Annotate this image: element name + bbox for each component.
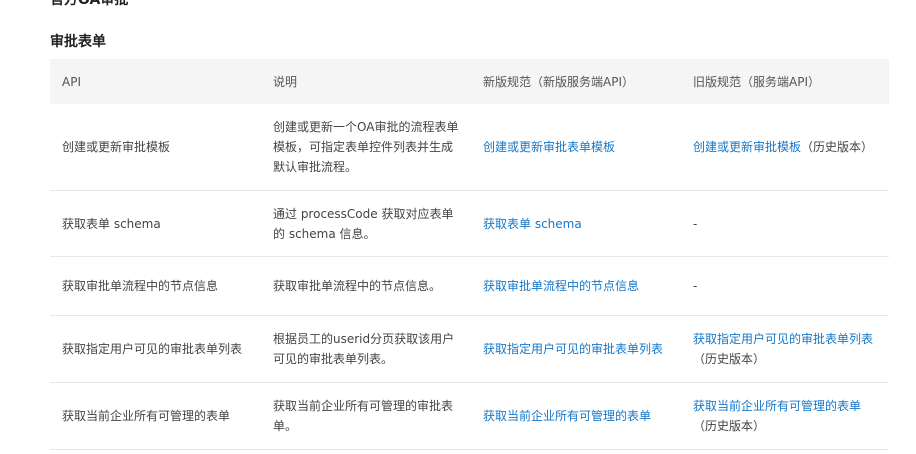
header-api: API xyxy=(50,59,261,104)
new-spec-cell: 创建或更新审批表单模板 xyxy=(471,104,681,191)
api-name-cell: 获取当前企业所有可管理的表单 xyxy=(50,382,261,450)
table-row: 获取指定用户可见的审批表单列表 根据员工的userid分页获取该用户可见的审批表… xyxy=(50,315,889,383)
table-row: 获取审批单流程中的节点信息 获取审批单流程中的节点信息。 获取审批单流程中的节点… xyxy=(50,256,889,316)
description-cell: 根据员工的userid分页获取该用户可见的审批表单列表。 xyxy=(261,315,471,383)
history-version-note: （历史版本） xyxy=(693,352,766,366)
new-spec-link[interactable]: 创建或更新审批表单模板 xyxy=(483,140,615,154)
doc-page: 官方OA审批 审批表单 API 说明 新版规范（新版服务端API） 旧版规范（服… xyxy=(0,0,916,454)
table-header-row: API 说明 新版规范（新版服务端API） 旧版规范（服务端API） xyxy=(50,59,889,104)
new-spec-link[interactable]: 获取审批单流程中的节点信息 xyxy=(483,279,639,293)
new-spec-link[interactable]: 获取当前企业所有可管理的表单 xyxy=(483,409,651,423)
new-spec-link[interactable]: 获取指定用户可见的审批表单列表 xyxy=(483,342,663,356)
old-spec-link[interactable]: 创建或更新审批模板 xyxy=(693,140,801,154)
old-spec-cell: - xyxy=(681,256,889,316)
description-cell: 获取当前企业所有可管理的审批表单。 xyxy=(261,382,471,450)
new-spec-cell: 获取表单 schema xyxy=(471,190,681,257)
previous-section-heading: 官方OA审批 xyxy=(50,0,129,8)
header-old-spec: 旧版规范（服务端API） xyxy=(681,59,889,104)
old-spec-link[interactable]: 获取指定用户可见的审批表单列表 xyxy=(693,332,873,346)
new-spec-cell: 获取当前企业所有可管理的表单 xyxy=(471,382,681,450)
new-spec-link[interactable]: 获取表单 schema xyxy=(483,217,582,231)
new-spec-cell: 获取指定用户可见的审批表单列表 xyxy=(471,315,681,383)
header-description: 说明 xyxy=(261,59,471,104)
api-name-cell: 获取指定用户可见的审批表单列表 xyxy=(50,315,261,383)
section-title: 审批表单 xyxy=(50,34,106,50)
new-spec-cell: 获取审批单流程中的节点信息 xyxy=(471,256,681,316)
api-table: API 说明 新版规范（新版服务端API） 旧版规范（服务端API） 创建或更新… xyxy=(50,59,889,450)
table-row: 获取当前企业所有可管理的表单 获取当前企业所有可管理的审批表单。 获取当前企业所… xyxy=(50,382,889,450)
description-cell: 通过 processCode 获取对应表单的 schema 信息。 xyxy=(261,190,471,257)
history-version-note: （历史版本） xyxy=(801,140,874,154)
old-spec-cell: 获取当前企业所有可管理的表单 （历史版本） xyxy=(681,382,889,450)
table-row: 创建或更新审批模板 创建或更新一个OA审批的流程表单模板，可指定表单控件列表并生… xyxy=(50,104,889,191)
description-cell: 创建或更新一个OA审批的流程表单模板，可指定表单控件列表并生成默认审批流程。 xyxy=(261,104,471,191)
header-new-spec: 新版规范（新版服务端API） xyxy=(471,59,681,104)
api-name-cell: 创建或更新审批模板 xyxy=(50,104,261,191)
old-spec-link[interactable]: 获取当前企业所有可管理的表单 xyxy=(693,399,861,413)
old-spec-cell: 获取指定用户可见的审批表单列表 （历史版本） xyxy=(681,315,889,383)
history-version-note: （历史版本） xyxy=(693,419,766,433)
api-name-cell: 获取审批单流程中的节点信息 xyxy=(50,256,261,316)
old-spec-cell: 创建或更新审批模板（历史版本） xyxy=(681,104,889,191)
description-cell: 获取审批单流程中的节点信息。 xyxy=(261,256,471,316)
table-row: 获取表单 schema 通过 processCode 获取对应表单的 schem… xyxy=(50,190,889,257)
old-spec-cell: - xyxy=(681,190,889,257)
api-name-cell: 获取表单 schema xyxy=(50,190,261,257)
